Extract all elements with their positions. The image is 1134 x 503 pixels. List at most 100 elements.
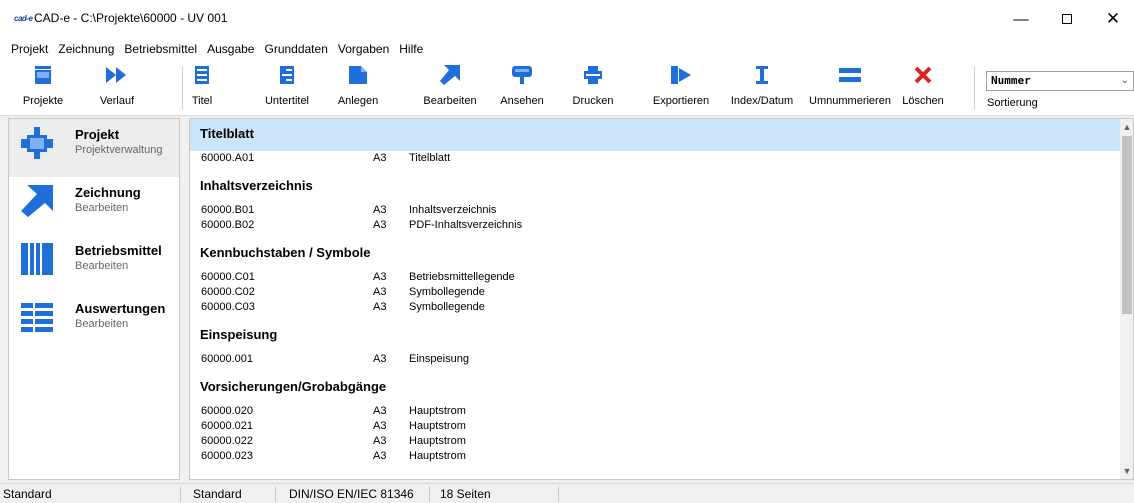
status-separator: [558, 486, 559, 502]
drawing-title: Hauptstrom: [409, 450, 466, 462]
table-row[interactable]: 60000.B01 A3 Inhaltsverzeichnis: [190, 203, 1120, 218]
close-button[interactable]: ✕: [1090, 0, 1134, 38]
sort-label: Sortierung: [987, 97, 1038, 109]
drawing-number: 60000.B02: [201, 219, 255, 231]
toolbar-label: Exportieren: [652, 95, 710, 107]
drawing-title: Einspeisung: [409, 353, 469, 365]
sidebar-item-zeichnung[interactable]: Zeichnung Bearbeiten: [9, 177, 179, 235]
toolbar-umnummerieren-button[interactable]: Umnummerieren: [808, 64, 892, 114]
printer-icon: [582, 64, 604, 86]
toolbar-label: Drucken: [572, 95, 614, 107]
reports-icon: [21, 301, 53, 333]
edit-arrow-icon: [439, 64, 461, 86]
toolbar-label: Löschen: [902, 95, 944, 107]
toolbar-anlegen-button[interactable]: Anlegen: [330, 64, 386, 114]
status-bar: Standard Standard DIN/ISO EN/IEC 81346 1…: [0, 483, 1134, 503]
chevron-down-icon: ⌄: [1120, 75, 1129, 86]
drawing-format: A3: [373, 450, 387, 462]
drawing-format: A3: [373, 286, 387, 298]
table-row[interactable]: 60000.023 A3 Hauptstrom: [190, 449, 1120, 464]
sidebar-item-projekt[interactable]: Projekt Projektverwaltung: [9, 119, 179, 177]
toolbar-exportieren-button[interactable]: Exportieren: [651, 64, 711, 114]
menu-ausgabe[interactable]: Ausgabe: [202, 42, 259, 56]
maximize-icon: [1062, 14, 1072, 24]
table-row[interactable]: 60000.020 A3 Hauptstrom: [190, 404, 1120, 419]
group-heading-einspeisung[interactable]: Einspeisung: [190, 320, 1120, 352]
drawing-format: A3: [373, 435, 387, 447]
menu-betriebsmittel[interactable]: Betriebsmittel: [119, 42, 202, 56]
app-logo: cad-e: [14, 14, 33, 23]
close-icon: ✕: [1105, 9, 1121, 28]
table-row[interactable]: 60000.C02 A3 Symbollegende: [190, 285, 1120, 300]
table-row[interactable]: 60000.A01 A3 Titelblatt: [190, 151, 1120, 166]
menu-hilfe[interactable]: Hilfe: [394, 42, 428, 56]
minimize-icon: —: [1013, 10, 1029, 28]
toolbar-bearbeiten-button[interactable]: Bearbeiten: [419, 64, 481, 114]
drawing-format: A3: [373, 353, 387, 365]
menu-zeichnung[interactable]: Zeichnung: [53, 42, 119, 56]
toolbar-projekte-button[interactable]: Projekte: [20, 64, 66, 114]
toolbar-verlauf-button[interactable]: Verlauf: [94, 64, 140, 114]
minimize-button[interactable]: —: [998, 0, 1044, 38]
drawing-format: A3: [373, 152, 387, 164]
maximize-button[interactable]: [1044, 0, 1090, 38]
table-row[interactable]: 60000.021 A3 Hauptstrom: [190, 419, 1120, 434]
table-row[interactable]: 60000.001 A3 Einspeisung: [190, 352, 1120, 367]
drawing-title: Hauptstrom: [409, 435, 466, 447]
equipment-icon: [21, 243, 53, 275]
view-icon: [511, 64, 533, 86]
sidebar-item-title: Betriebsmittel: [75, 243, 162, 258]
menu-vorgaben[interactable]: Vorgaben: [333, 42, 394, 56]
scrollbar-thumb[interactable]: [1122, 136, 1132, 314]
drawing-title: Hauptstrom: [409, 405, 466, 417]
history-forward-icon: [106, 64, 128, 86]
group-heading-vorsicherungen[interactable]: Vorsicherungen/Grobabgänge: [190, 372, 1120, 404]
toolbar-titel-button[interactable]: Titel: [190, 64, 214, 114]
status-separator: [275, 486, 276, 502]
toolbar-index-datum-button[interactable]: Index/Datum: [731, 64, 793, 114]
table-row[interactable]: 60000.C01 A3 Betriebsmittellegende: [190, 270, 1120, 285]
sidebar-item-auswertungen[interactable]: Auswertungen Bearbeiten: [9, 293, 179, 351]
sidebar-item-betriebsmittel[interactable]: Betriebsmittel Bearbeiten: [9, 235, 179, 293]
table-row[interactable]: 60000.B02 A3 PDF-Inhaltsverzeichnis: [190, 218, 1120, 233]
toolbar-label: Projekte: [22, 95, 64, 107]
drawing-list-panel: Titelblatt 60000.A01 A3 Titelblatt Inhal…: [189, 118, 1134, 480]
sidebar-item-subtitle: Bearbeiten: [75, 202, 129, 214]
scroll-down-icon[interactable]: ▼: [1120, 463, 1133, 479]
sort-select[interactable]: Nummer ⌄: [986, 71, 1134, 91]
drawing-list: Titelblatt 60000.A01 A3 Titelblatt Inhal…: [190, 119, 1120, 464]
toolbar-ansehen-button[interactable]: Ansehen: [496, 64, 548, 114]
delete-x-icon: [912, 64, 934, 86]
renumber-icon: [839, 64, 861, 86]
sort-value: Nummer: [991, 74, 1031, 87]
drawing-title: Symbollegende: [409, 286, 485, 298]
sidebar-item-title: Projekt: [75, 127, 120, 142]
toolbar-label: Umnummerieren: [809, 95, 891, 107]
toolbar-untertitel-button[interactable]: Untertitel: [258, 64, 316, 114]
toolbar-loeschen-button[interactable]: Löschen: [897, 64, 949, 114]
toolbar-label: Untertitel: [264, 95, 310, 107]
drawing-title: Titelblatt: [409, 152, 451, 164]
status-separator: [429, 486, 430, 502]
scroll-up-icon[interactable]: ▲: [1120, 119, 1133, 135]
export-icon: [670, 64, 692, 86]
drawing-number: 60000.C03: [201, 301, 255, 313]
new-drawing-icon: [347, 64, 369, 86]
window-title: CAD-e - C:\Projekte\60000 - UV 001: [34, 11, 228, 25]
sidebar: Projekt Projektverwaltung Zeichnung Bear…: [8, 118, 180, 480]
group-heading-titelblatt[interactable]: Titelblatt: [190, 119, 1120, 151]
toolbar-drucken-button[interactable]: Drucken: [570, 64, 616, 114]
menu-grunddaten[interactable]: Grunddaten: [259, 42, 332, 56]
table-row[interactable]: 60000.022 A3 Hauptstrom: [190, 434, 1120, 449]
group-heading-inhaltsverzeichnis[interactable]: Inhaltsverzeichnis: [190, 171, 1120, 203]
menu-projekt[interactable]: Projekt: [6, 42, 53, 56]
status-left: Standard: [3, 487, 52, 501]
sidebar-item-subtitle: Bearbeiten: [75, 260, 129, 272]
vertical-scrollbar[interactable]: ▲ ▼: [1120, 119, 1133, 479]
drawing-format: A3: [373, 420, 387, 432]
group-heading-kennbuchstaben[interactable]: Kennbuchstaben / Symbole: [190, 238, 1120, 270]
drawing-format: A3: [373, 405, 387, 417]
table-row[interactable]: 60000.C03 A3 Symbollegende: [190, 300, 1120, 315]
toolbar: Projekte Verlauf Titel Untertitel Anlege…: [0, 60, 1134, 116]
toolbar-label: Bearbeiten: [423, 95, 477, 107]
